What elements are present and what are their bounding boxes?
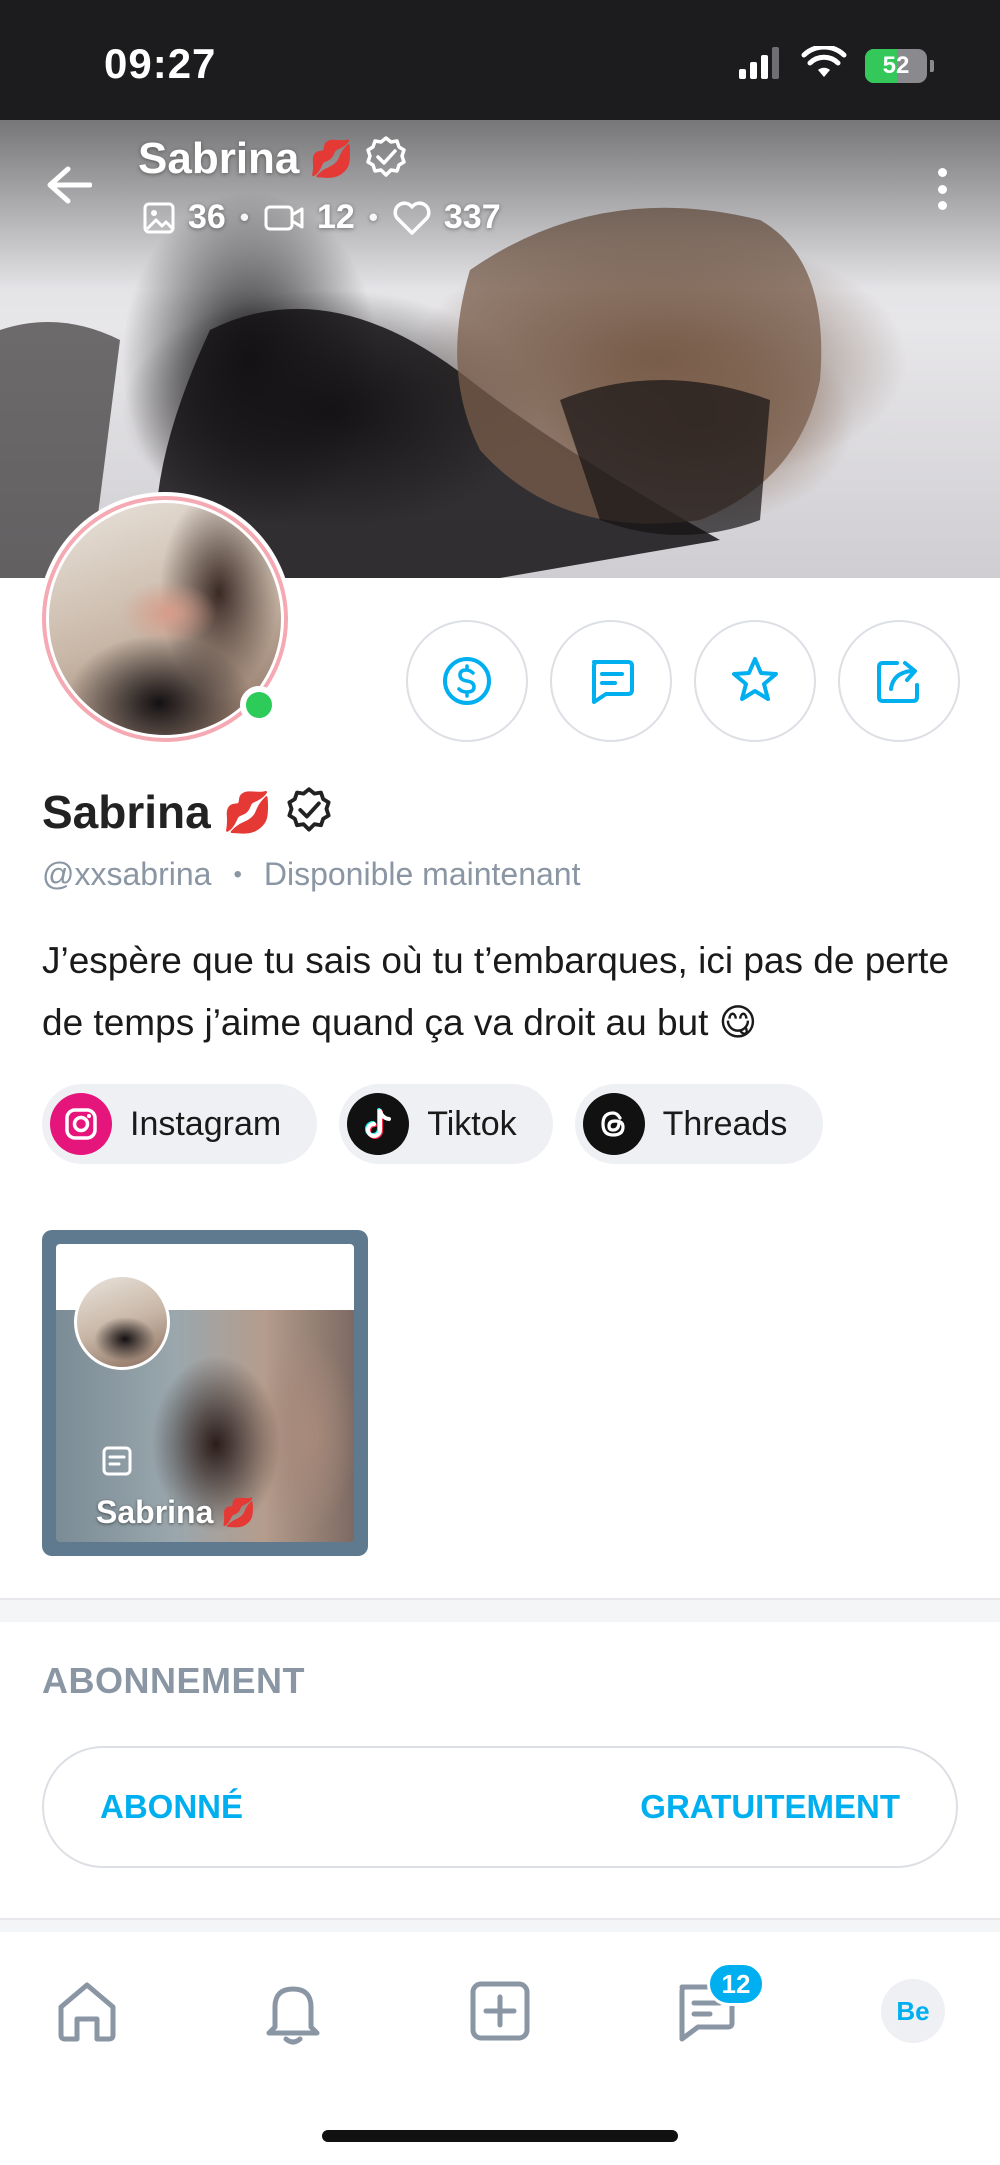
back-button[interactable]: [44, 160, 94, 210]
home-icon: [58, 1982, 116, 2042]
lips-emoji: 💋: [221, 1497, 257, 1528]
instagram-icon: [50, 1093, 112, 1155]
availability-status: Disponible maintenant: [263, 856, 581, 892]
photos-count: 36: [188, 198, 226, 236]
social-label: Instagram: [130, 1104, 282, 1143]
star-icon: [732, 657, 778, 701]
battery-level: 52: [882, 51, 910, 79]
image-icon: [143, 202, 175, 233]
social-links: Instagram Tiktok Threads: [42, 1084, 824, 1164]
profile-name-row: Sabrina 💋: [42, 785, 333, 839]
wifi-icon: [801, 44, 847, 85]
handle-separator: •: [233, 860, 242, 888]
subscription-price: GRATUITEMENT: [640, 1788, 900, 1825]
tip-button[interactable]: [406, 620, 528, 742]
handle-row: @xxsabrina • Disponible maintenant: [42, 856, 580, 893]
subscribe-button[interactable]: ABONNÉ GRATUITEMENT: [42, 1746, 958, 1868]
share-button[interactable]: [838, 620, 960, 742]
online-status-indicator: [240, 686, 278, 724]
post-title: Sabrina: [96, 1494, 214, 1530]
lips-emoji: 💋: [222, 790, 273, 835]
stat-separator: •: [368, 202, 378, 232]
more-options-button[interactable]: [924, 164, 960, 214]
nav-create[interactable]: [455, 1966, 545, 2056]
profile-avatar[interactable]: [38, 492, 292, 746]
messages-badge: 12: [707, 1962, 765, 2006]
video-icon: [264, 205, 304, 230]
battery-icon: 52: [865, 48, 934, 83]
social-link-threads[interactable]: Threads: [574, 1084, 824, 1164]
social-label: Threads: [662, 1104, 788, 1143]
header-name-row: Sabrina 💋: [138, 134, 408, 184]
add-icon: [470, 1981, 530, 2041]
social-label: Tiktok: [427, 1104, 517, 1143]
likes-stat: 337: [392, 198, 501, 237]
profile-bio: J’espère que tu sais où tu t’embarques, …: [42, 940, 950, 1043]
dollar-icon: [443, 657, 491, 705]
status-time: 09:27: [104, 40, 217, 87]
post-card[interactable]: Sabrina 💋: [42, 1230, 368, 1556]
stat-separator: •: [239, 202, 249, 232]
post-avatar: [74, 1274, 170, 1370]
social-link-instagram[interactable]: Instagram: [42, 1084, 318, 1164]
heart-icon: [393, 201, 431, 235]
header-stats: 36 • 12 • 337: [142, 198, 501, 237]
status-bar: 09:27 52: [0, 0, 1000, 120]
tiktok-icon: [347, 1093, 410, 1155]
videos-count: 12: [316, 198, 355, 236]
likes-count: 337: [443, 198, 501, 236]
lips-emoji: 💋: [309, 138, 355, 179]
videos-stat: 12: [263, 198, 355, 237]
post-title-row: Sabrina 💋: [96, 1494, 256, 1531]
post-thumbnail: Sabrina 💋: [56, 1244, 354, 1542]
profile-avatar-initials: Be: [881, 1979, 945, 2043]
more-dot: [937, 201, 947, 210]
signal-icon: [739, 47, 783, 84]
nav-home[interactable]: [42, 1966, 132, 2056]
favorite-button[interactable]: [694, 620, 816, 742]
home-indicator: [322, 2130, 678, 2142]
header-name: Sabrina: [138, 134, 300, 183]
section-divider: [0, 1918, 1000, 1932]
threads-icon: [582, 1093, 645, 1155]
more-dot: [937, 168, 947, 177]
profile-name: Sabrina: [42, 786, 211, 838]
back-arrow-icon: [47, 166, 92, 204]
nav-notifications[interactable]: [248, 1966, 338, 2056]
profile-handle: @xxsabrina: [42, 856, 212, 892]
nav-messages[interactable]: 12: [661, 1962, 765, 2056]
bell-icon: [266, 1986, 320, 2045]
message-button[interactable]: [550, 620, 672, 742]
photos-stat: 36: [142, 198, 226, 237]
more-dot: [937, 184, 947, 194]
message-icon: [592, 660, 634, 704]
post-text-icon: [100, 1444, 134, 1483]
subscription-section-title: ABONNEMENT: [42, 1660, 305, 1701]
status-icons: 52: [739, 44, 934, 85]
cover-header: Sabrina 💋 36 • 12 • 337: [0, 120, 1000, 250]
nav-profile[interactable]: Be: [868, 1966, 958, 2056]
share-icon: [877, 661, 919, 703]
verified-icon: [364, 135, 408, 184]
verified-icon: [285, 786, 333, 839]
section-divider: [0, 1598, 1000, 1622]
profile-actions: [406, 620, 960, 742]
social-link-tiktok[interactable]: Tiktok: [339, 1084, 553, 1164]
subscription-status: ABONNÉ: [100, 1788, 244, 1825]
